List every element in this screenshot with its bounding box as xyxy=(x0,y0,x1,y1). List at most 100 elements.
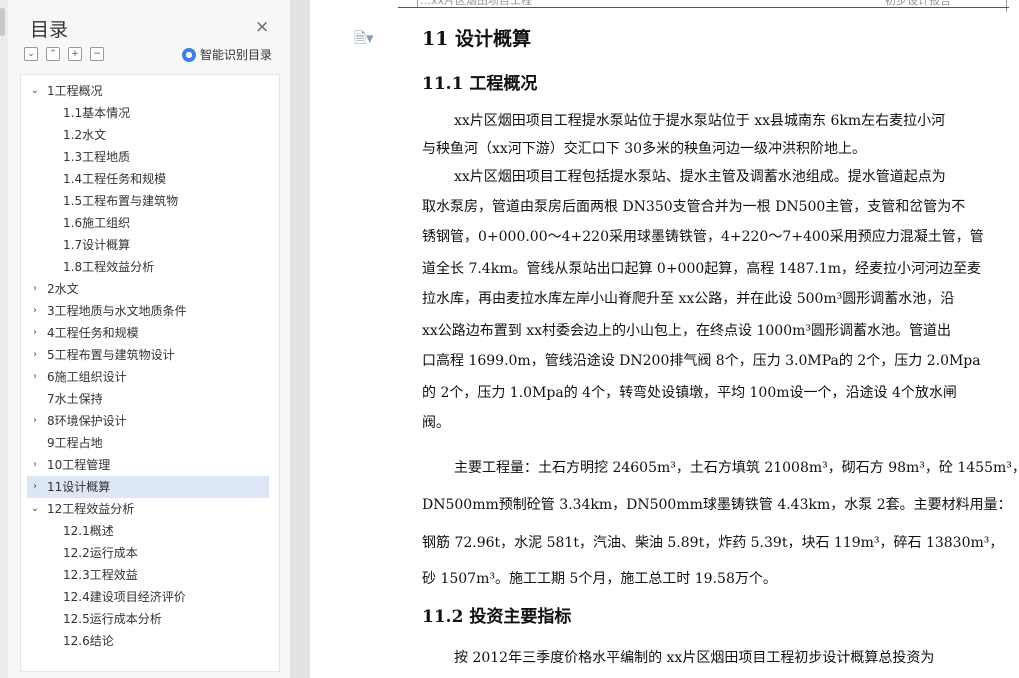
chevron-right-icon[interactable]: › xyxy=(29,322,41,344)
toc-item[interactable]: › 8环境保护设计 xyxy=(27,410,269,432)
toc-item[interactable]: 12.4建设项目经济评价 xyxy=(27,586,269,608)
toc-item[interactable]: 12.3工程效益 xyxy=(27,564,269,586)
toc-item[interactable]: › 2水文 xyxy=(27,278,269,300)
toc-item[interactable]: 1.5工程布置与建筑物 xyxy=(27,190,269,212)
toc-item[interactable]: 1.1基本情况 xyxy=(27,102,269,124)
toc-item-label: 4工程任务和规模 xyxy=(47,326,139,340)
chevron-right-icon[interactable]: › xyxy=(29,476,41,498)
body-text-line: 主要工程量：土石方明挖 24605m³，土石方填筑 21008m³，砌石方 98… xyxy=(454,460,1019,476)
chevron-right-icon[interactable]: › xyxy=(29,344,41,366)
toc-item[interactable]: 9工程占地 xyxy=(27,432,269,454)
body-text-line: xx片区烟田项目工程提水泵站位于提水泵站位于 xx县城南东 6km左右麦拉小河 xyxy=(454,113,946,129)
toc-item-label: 1.1基本情况 xyxy=(63,106,131,120)
body-text-line: 取水泵房，管道由泵房后面两根 DN350支管合并为一根 DN500主管，支管和岔… xyxy=(422,199,966,215)
toc-item[interactable]: 1.8工程效益分析 xyxy=(27,256,269,278)
body-text-line: 道全长 7.4km。管线从泵站出口起算 0+000起算，高程 1487.1m，经… xyxy=(422,261,981,277)
section-heading: 11.1 工程概况 xyxy=(422,74,538,94)
remove-heading-button[interactable]: − xyxy=(90,47,104,61)
toc-item-label: 12.4建设项目经济评价 xyxy=(63,590,186,604)
body-text-line: 阀。 xyxy=(422,415,450,431)
expand-up-button[interactable]: ⌃ xyxy=(46,47,60,61)
toc-item-label: 1.2水文 xyxy=(63,128,107,142)
smart-toc-label: 智能识别目录 xyxy=(200,48,273,62)
toc-item[interactable]: 12.1概述 xyxy=(27,520,269,542)
header-rule xyxy=(398,7,1009,8)
chevron-down-icon[interactable]: ⌄ xyxy=(29,498,41,520)
toc-item[interactable]: ⌄ 1工程概况 xyxy=(27,80,269,102)
body-text-line: xx公路边布置到 xx村委会边上的小山包上，在终点设 1000m³圆形调蓄水池。… xyxy=(422,323,951,339)
chevron-right-icon[interactable]: › xyxy=(29,366,41,388)
scrollbar-thumb[interactable] xyxy=(0,8,5,36)
toc-item[interactable]: 12.6结论 xyxy=(27,630,269,652)
pane-edge xyxy=(0,0,8,678)
body-text-line: xx片区烟田项目工程包括提水泵站、提水主管及调蓄水池组成。提水管道起点为 xyxy=(454,169,946,185)
toc-list: ⌄ 1工程概况 1.1基本情况 1.2水文 1.3工程地质 1.4工程任务和规模 1.5工程… xyxy=(20,74,280,672)
toc-item[interactable]: 1.7设计概算 xyxy=(27,234,269,256)
workspace-gutter xyxy=(290,0,310,678)
body-text-line: 锈钢管，0+000.00～4+220采用球墨铸铁管，4+220～7+400采用预… xyxy=(422,229,984,245)
toc-item-label: 1.7设计概算 xyxy=(63,238,131,252)
toc-item-label: 10工程管理 xyxy=(47,458,111,472)
toc-item[interactable]: › 10工程管理 xyxy=(27,454,269,476)
toc-item[interactable]: › 6施工组织设计 xyxy=(27,366,269,388)
toc-item-label: 12.2运行成本 xyxy=(63,546,138,560)
toc-item[interactable]: › 5工程布置与建筑物设计 xyxy=(27,344,269,366)
toc-item-label: 3工程地质与水文地质条件 xyxy=(47,304,187,318)
close-icon[interactable]: × xyxy=(255,17,269,37)
toc-item[interactable]: 7水土保持 xyxy=(27,388,269,410)
toc-item-label: 1.8工程效益分析 xyxy=(63,260,155,274)
body-text-line: 的 2个，压力 1.0Mpa的 4个，转弯处设镇墩，平均 100m设一个，沿途设… xyxy=(422,385,957,401)
toc-item-label: 2水文 xyxy=(47,282,79,296)
toc-item[interactable]: › 3工程地质与水文地质条件 xyxy=(27,300,269,322)
toc-item[interactable]: › 4工程任务和规模 xyxy=(27,322,269,344)
toc-item[interactable]: 12.5运行成本分析 xyxy=(27,608,269,630)
toc-item-label: 9工程占地 xyxy=(47,436,103,450)
ai-icon: ● xyxy=(182,47,196,62)
toc-item-label: 7水土保持 xyxy=(47,392,103,406)
body-text-line: 钢筋 72.96t，水泥 581t，汽油、柴油 5.89t，炸药 5.39t，块… xyxy=(422,535,1004,551)
toc-item-label: 12.3工程效益 xyxy=(63,568,138,582)
toc-item-label: 1工程概况 xyxy=(47,84,103,98)
toc-item-label: 8环境保护设计 xyxy=(47,414,127,428)
toc-item-label: 1.6施工组织 xyxy=(63,216,131,230)
toc-item-label: 5工程布置与建筑物设计 xyxy=(47,348,175,362)
toc-item[interactable]: ⌄ 12工程效益分析 xyxy=(27,498,269,520)
chevron-right-icon[interactable]: › xyxy=(29,278,41,300)
toc-item[interactable]: › 11设计概算 xyxy=(27,476,269,498)
toc-item-label: 12.5运行成本分析 xyxy=(63,612,162,626)
doc-icon[interactable]: 🗎▾ xyxy=(354,28,374,53)
body-text-line: DN500mm预制砼管 3.34km，DN500mm球墨铸铁管 4.43km，水… xyxy=(422,497,1012,513)
chapter-heading: 11 设计概算 xyxy=(422,28,532,50)
toc-item-label: 12工程效益分析 xyxy=(47,502,135,516)
toc-item[interactable]: 1.4工程任务和规模 xyxy=(27,168,269,190)
chevron-right-icon[interactable]: › xyxy=(29,300,41,322)
collapse-all-button[interactable]: ⌄ xyxy=(24,47,38,61)
section-heading: 11.2 投资主要指标 xyxy=(422,607,572,627)
toc-item-label: 6施工组织设计 xyxy=(47,370,127,384)
toc-toolbar: ⌄ ⌃ + − xyxy=(24,47,104,61)
toc-item[interactable]: 1.6施工组织 xyxy=(27,212,269,234)
toc-item-label: 1.3工程地质 xyxy=(63,150,131,164)
document-page: …xx片区烟田项目工程 初步设计报告 🗎▾ 11 设计概算 11.1 工程概况 … xyxy=(310,0,1019,678)
body-text-line: 砂 1507m³。施工工期 5个月，施工总工时 19.58万个。 xyxy=(422,571,777,587)
toc-item-label: 1.4工程任务和规模 xyxy=(63,172,167,186)
body-text-line: 口高程 1699.0m，管线沿途设 DN200排气阀 8个，压力 3.0MPa的… xyxy=(422,353,981,369)
toc-item[interactable]: 1.2水文 xyxy=(27,124,269,146)
chevron-down-icon[interactable]: ⌄ xyxy=(29,80,41,102)
toc-item[interactable]: 12.2运行成本 xyxy=(27,542,269,564)
body-text-line: 按 2012年三季度价格水平编制的 xx片区烟田项目工程初步设计概算总投资为 xyxy=(454,650,935,666)
chevron-right-icon[interactable]: › xyxy=(29,410,41,432)
toc-item-label: 1.5工程布置与建筑物 xyxy=(63,194,179,208)
navigation-pane: 目录 × ⌄ ⌃ + − ● 智能识别目录 ⌄ 1工程概况 1.1基本情况 1.2水文… xyxy=(0,0,290,678)
toc-item-label: 12.6结论 xyxy=(63,634,114,648)
toc-item[interactable]: 1.3工程地质 xyxy=(27,146,269,168)
smart-toc-button[interactable]: ● 智能识别目录 xyxy=(182,46,272,63)
toc-item-label: 12.1概述 xyxy=(63,524,114,538)
chevron-right-icon[interactable]: › xyxy=(29,454,41,476)
add-heading-button[interactable]: + xyxy=(68,47,82,61)
body-text-line: 与秧鱼河（xx河下游）交汇口下 30多米的秧鱼河边一级冲洪积阶地上。 xyxy=(422,141,867,157)
toc-item-label: 11设计概算 xyxy=(47,480,111,494)
body-text-line: 拉水库，再由麦拉水库左岸小山脊爬升至 xx公路，并在此设 500m³圆形调蓄水池… xyxy=(422,291,955,307)
nav-title: 目录 xyxy=(30,19,69,41)
header-corner-mark xyxy=(1006,0,1007,12)
